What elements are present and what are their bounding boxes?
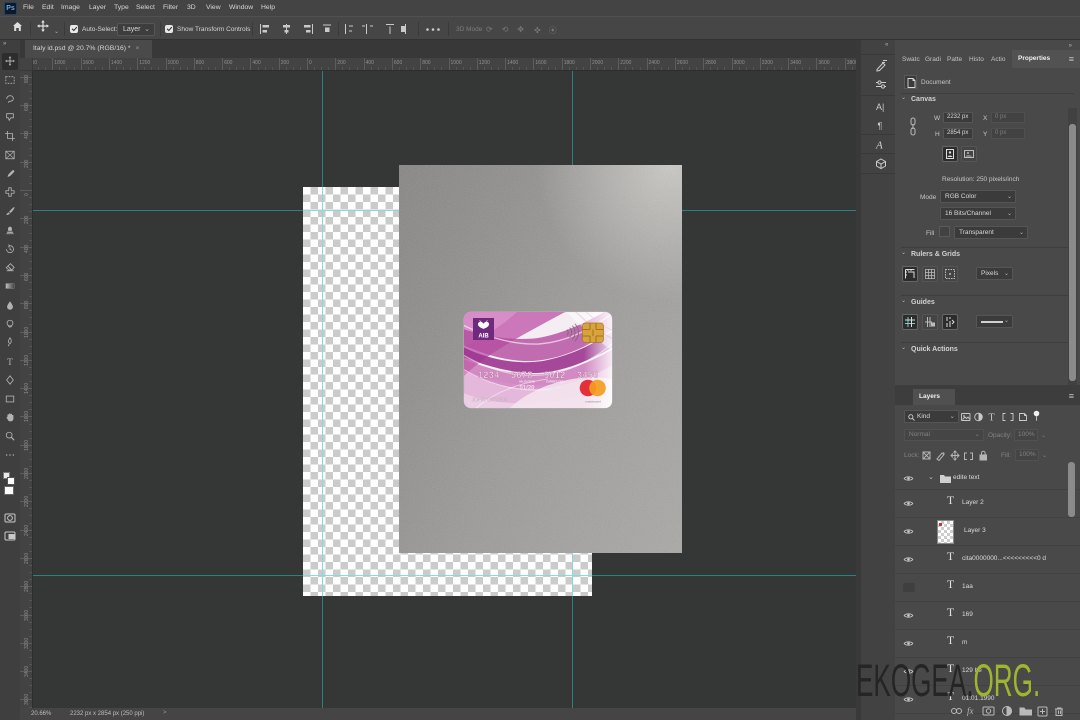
svg-text:EXPIRES END: EXPIRES END [546, 380, 564, 384]
svg-text:01/23: 01/23 [547, 386, 563, 392]
svg-text:5678: 5678 [511, 370, 533, 380]
svg-text:JOHN CITIZEN: JOHN CITIZEN [472, 398, 508, 404]
svg-text:01/20: 01/20 [519, 386, 535, 392]
svg-text:mastercard: mastercard [585, 400, 601, 404]
svg-text:T: T [7, 357, 13, 366]
svg-text:1234: 1234 [478, 370, 500, 380]
svg-text:9012: 9012 [544, 370, 566, 380]
svg-text:T: T [989, 413, 995, 424]
svg-text:AIB: AIB [478, 334, 489, 340]
svg-text:fx: fx [967, 706, 974, 716]
svg-text:VALID FROM: VALID FROM [519, 380, 535, 384]
svg-text:3456: 3456 [577, 370, 599, 380]
svg-text:A|: A| [876, 102, 884, 112]
svg-text:¶: ¶ [878, 121, 883, 131]
svg-text:A: A [875, 140, 883, 152]
